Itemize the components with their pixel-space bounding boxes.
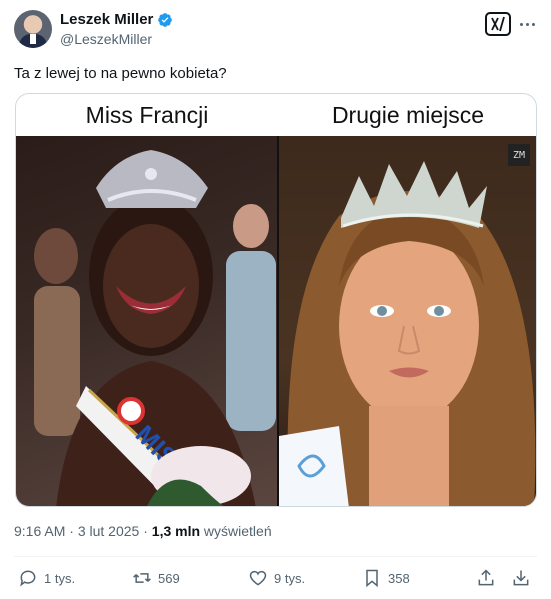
views-label: wyświetleń xyxy=(203,523,272,539)
more-dot xyxy=(531,22,535,26)
action-bar: 1 tys. 569 9 tys. 358 xyxy=(14,564,537,592)
share-icon xyxy=(478,569,494,586)
right-photo-illustration xyxy=(279,161,536,506)
more-options-icon[interactable] xyxy=(517,16,537,32)
meta-separator: · xyxy=(143,523,148,539)
tweet-header: Leszek Miller @LeszekMiller xyxy=(14,10,537,52)
reply-button[interactable]: 1 tys. xyxy=(18,564,75,592)
left-photo: MISS FR xyxy=(16,136,277,506)
repost-button[interactable]: 569 xyxy=(132,564,180,592)
more-dot xyxy=(519,22,523,26)
divider xyxy=(14,556,537,557)
reply-icon xyxy=(20,570,36,587)
tweet-time[interactable]: 9:16 AM xyxy=(14,523,65,539)
right-photo: ZM xyxy=(279,136,536,506)
views-count: 1,3 mln xyxy=(151,523,201,539)
bookmark-count: 358 xyxy=(388,570,410,586)
repost-icon xyxy=(133,573,151,583)
verified-badge-icon xyxy=(158,12,173,27)
tweet-media[interactable]: Miss Francji Drugie miejsce MISS FR xyxy=(15,93,537,507)
tweet-meta: 9:16 AM · 3 lut 2025 · 1,3 mln wyświetle… xyxy=(14,523,272,539)
bookmark-button[interactable]: 358 xyxy=(362,564,410,592)
tweet-date[interactable]: 3 lut 2025 xyxy=(78,523,140,539)
avatar-shirt xyxy=(30,34,36,44)
watermark: ZM xyxy=(508,144,530,166)
repost-count: 569 xyxy=(158,570,180,586)
grok-glyph-icon xyxy=(491,16,505,32)
right-caption: Drugie miejsce xyxy=(331,101,485,128)
author-handle[interactable]: @LeszekMiller xyxy=(60,31,152,47)
like-button[interactable]: 9 tys. xyxy=(248,564,305,592)
left-photo-illustration: MISS FR xyxy=(34,150,276,506)
download-button[interactable] xyxy=(511,564,531,592)
author-name[interactable]: Leszek Miller xyxy=(60,11,153,28)
like-count: 9 tys. xyxy=(274,570,306,586)
bookmark-icon xyxy=(366,569,378,588)
download-icon xyxy=(513,570,529,586)
meta-separator: · xyxy=(69,523,74,539)
tweet-text: Ta z lewej to na pewno kobieta? xyxy=(14,65,227,82)
grok-icon[interactable] xyxy=(485,12,511,36)
author-name-row: Leszek Miller xyxy=(60,11,173,28)
heart-icon xyxy=(249,570,267,586)
reply-count: 1 tys. xyxy=(44,570,76,586)
more-dot xyxy=(525,22,529,26)
share-button[interactable] xyxy=(476,564,496,592)
avatar[interactable] xyxy=(14,10,52,48)
left-caption: Miss Francji xyxy=(85,101,209,128)
